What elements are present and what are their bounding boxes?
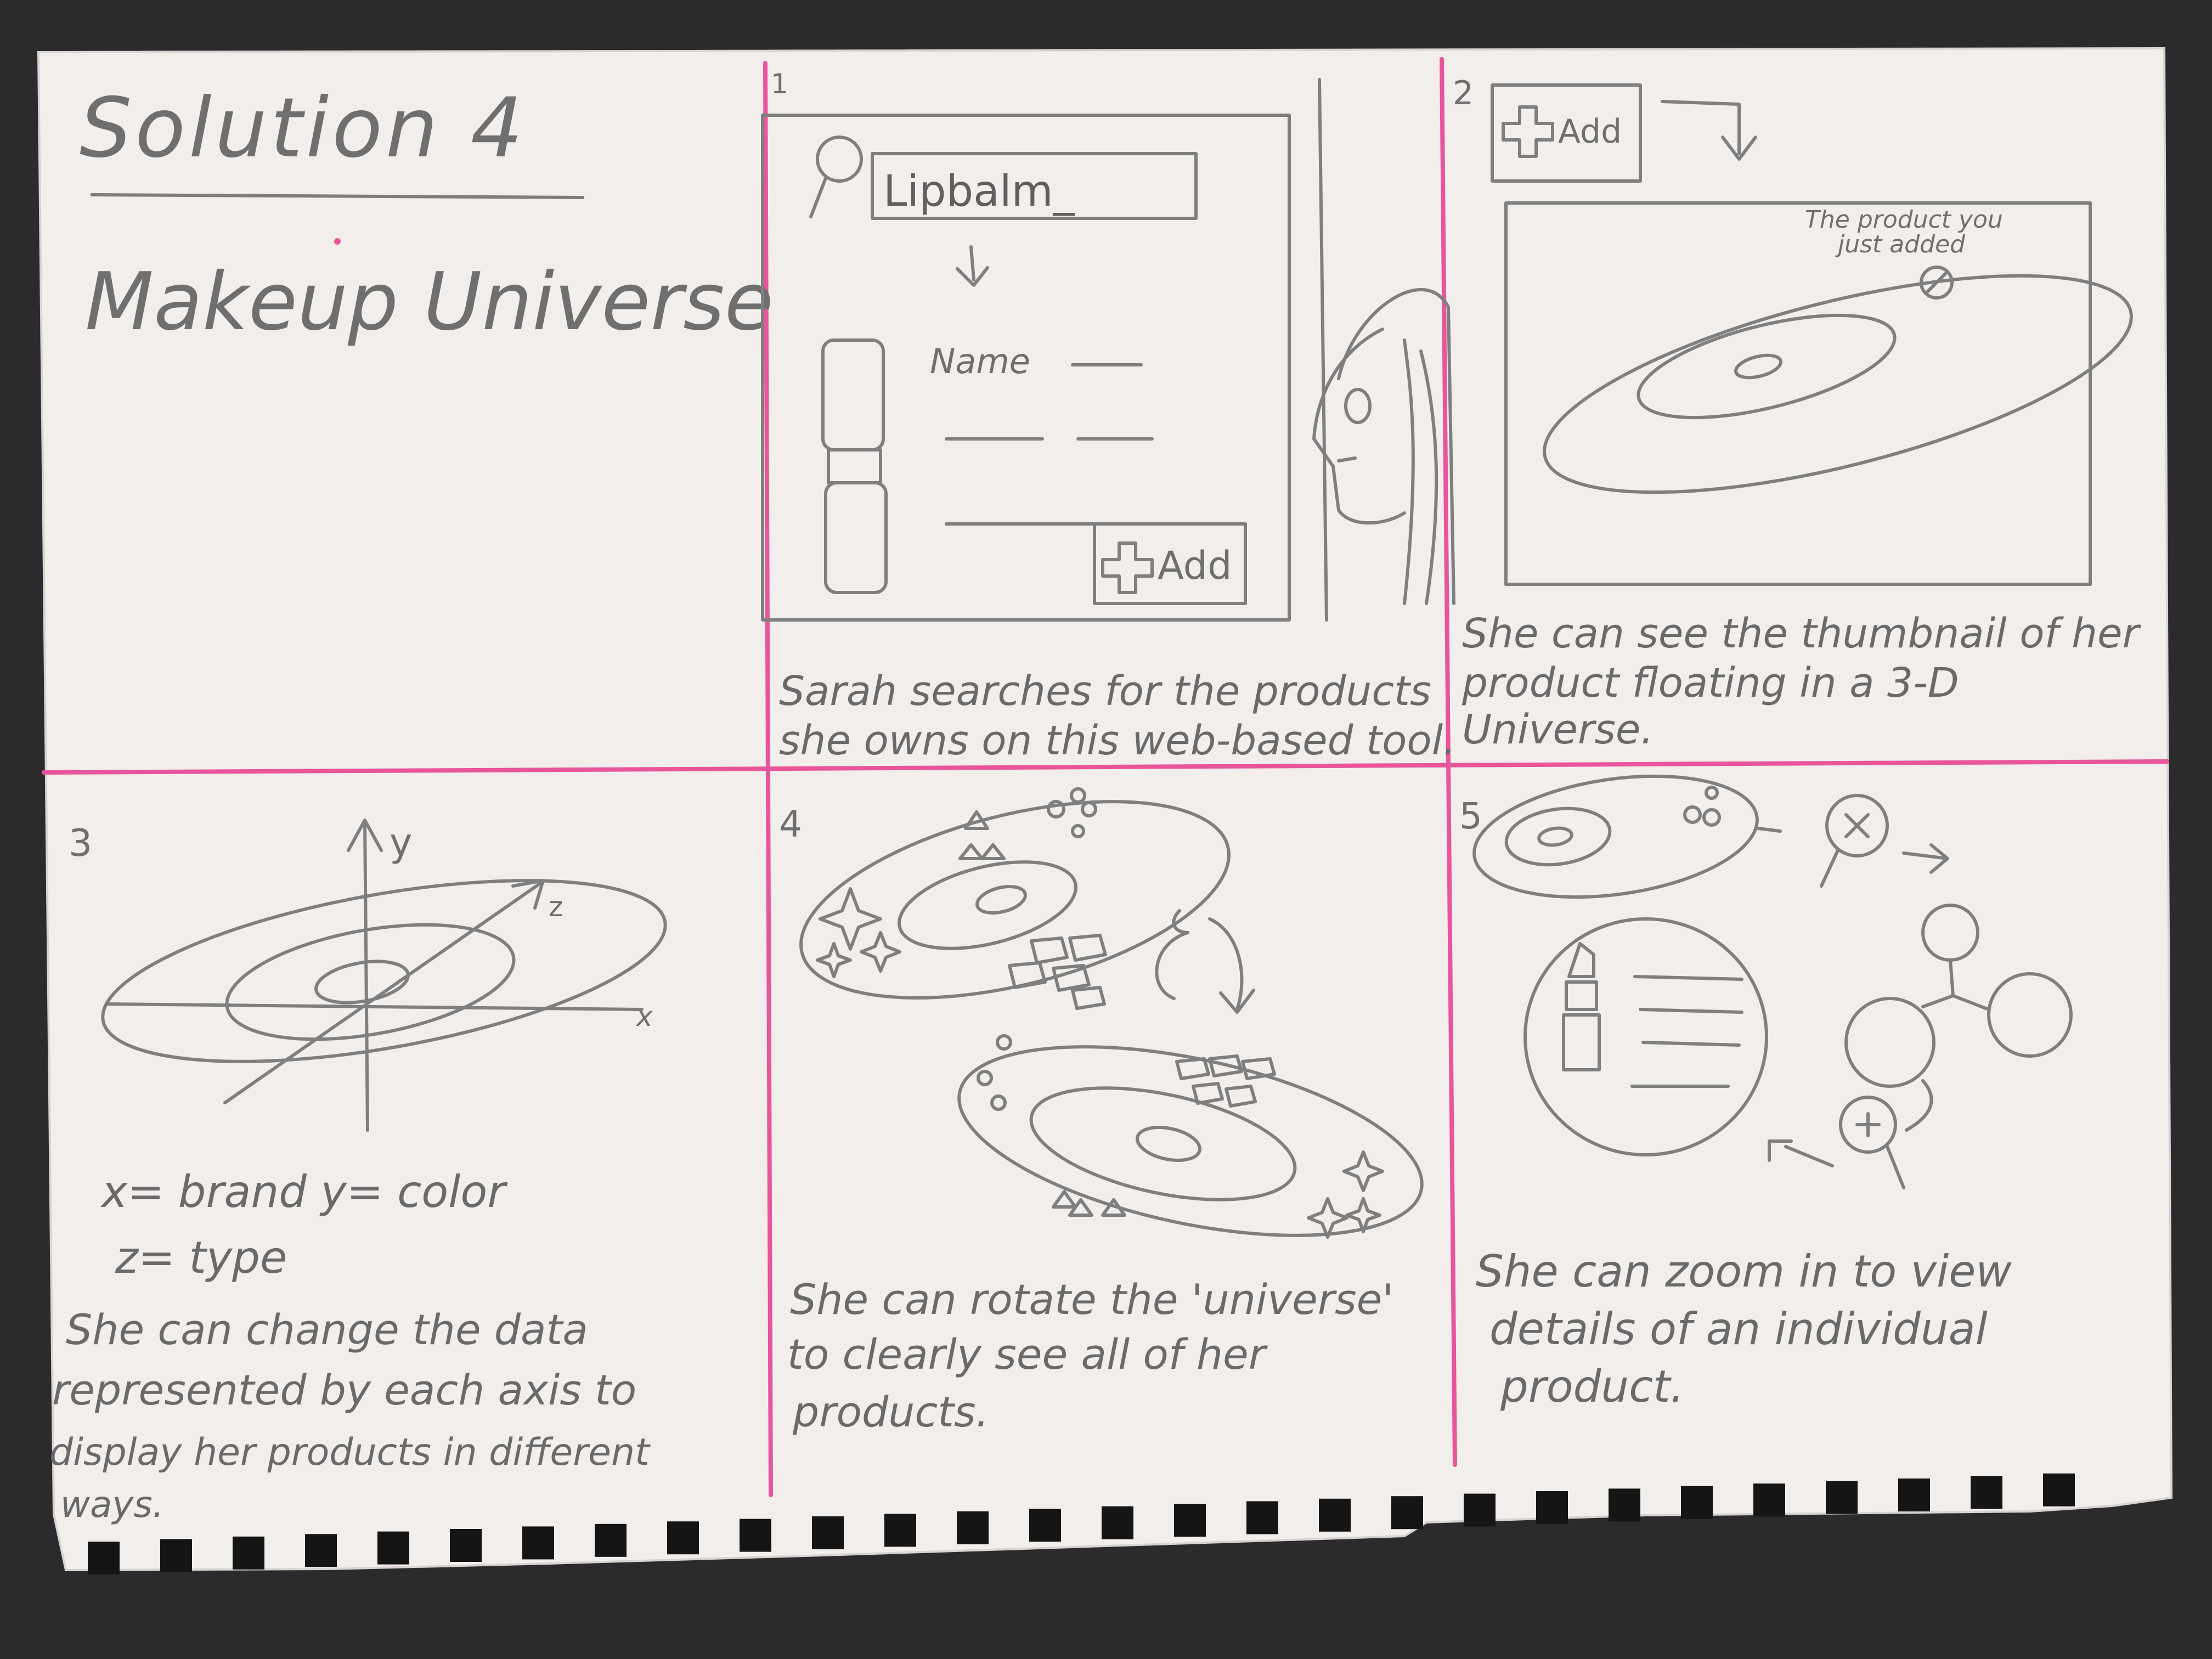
perforation-hole <box>1246 1501 1278 1534</box>
axis-mapping-line-2: z= type <box>115 1232 287 1283</box>
page-title: Solution 4 <box>80 81 526 176</box>
panel-2-caption-line-1: She can see the thumbnail of her <box>1462 610 2142 657</box>
added-product-annotation-line-1: The product you <box>1805 206 2003 234</box>
panel-3-caption-line-3: display her products in different <box>49 1431 651 1474</box>
panel-3-caption-line-2: represented by each axis to <box>52 1365 636 1414</box>
perforation-hole <box>740 1519 771 1552</box>
panel-3-caption-line-4: ways. <box>60 1483 164 1526</box>
perforation-hole <box>1826 1481 1858 1514</box>
panel-2-caption-line-3: Universe. <box>1462 706 1654 753</box>
panel-5-caption-line-2: details of an individual <box>1489 1304 1988 1355</box>
perforation-hole <box>1898 1479 1930 1511</box>
panel-4-number: 4 <box>779 803 802 845</box>
perforation-hole <box>1681 1486 1713 1519</box>
panel-3-caption-line-1: She can change the data <box>66 1305 588 1354</box>
perforation-hole <box>233 1536 264 1570</box>
panel-5-caption-line-1: She can zoom in to view <box>1476 1246 2012 1297</box>
search-input-value: Lipbalm_ <box>883 167 1075 216</box>
panel-5-caption-line-3: product. <box>1500 1361 1684 1412</box>
perforation-hole <box>522 1526 554 1560</box>
perforation-hole <box>450 1529 482 1562</box>
panel-3-number: 3 <box>69 822 92 865</box>
perforation-hole <box>667 1521 699 1555</box>
perforation-hole <box>1391 1496 1423 1530</box>
panel-1-caption-line-2: she owns on this web-based tool. <box>779 717 1456 764</box>
perforation-hole <box>957 1511 989 1544</box>
axis-y-label: y <box>390 820 412 865</box>
panel-2-number: 2 <box>1453 74 1474 112</box>
perforation-hole <box>1609 1488 1640 1522</box>
perforation-hole <box>1536 1491 1568 1524</box>
perforation-hole <box>1174 1504 1206 1537</box>
perforation-hole <box>2043 1473 2075 1506</box>
panel-1-caption-line-1: Sarah searches for the products <box>779 668 1431 715</box>
perforation-hole <box>1971 1476 2002 1509</box>
panel-4-caption-line-3: products. <box>792 1387 989 1436</box>
panel-2-caption-line-2: product floating in a 3-D <box>1462 659 1959 707</box>
perforation-hole <box>1464 1493 1496 1527</box>
perforation-hole <box>160 1539 192 1572</box>
panel-5-number: 5 <box>1459 795 1482 837</box>
storyboard-photo: Solution 4 Makeup Universe 1 Lipbalm_ Na… <box>37 47 2173 1575</box>
perforation-hole <box>88 1542 120 1575</box>
panel-4-caption-line-1: She can rotate the 'universe' <box>790 1275 1393 1324</box>
add-button-label: Add <box>1558 112 1622 151</box>
perforation-hole <box>1102 1506 1133 1539</box>
perforation-hole <box>1319 1498 1351 1532</box>
panel-1-number: 1 <box>771 68 788 100</box>
axis-z-label: z <box>549 891 563 923</box>
perforation-hole <box>305 1534 337 1567</box>
add-button-label: Add <box>1158 543 1232 588</box>
perforation-hole <box>377 1531 409 1565</box>
perforation-hole <box>595 1523 627 1557</box>
page-subtitle: Makeup Universe <box>85 256 774 348</box>
perforation-hole <box>812 1516 844 1549</box>
perforation-hole <box>884 1514 916 1547</box>
axis-x-label: x <box>635 1001 653 1032</box>
axis-mapping-line-1: x= brand y= color <box>100 1166 508 1217</box>
perforation-hole <box>1753 1483 1785 1517</box>
product-name-label: Name <box>930 341 1030 381</box>
added-product-annotation-line-2: just added <box>1835 230 1966 258</box>
perforation-hole <box>1029 1509 1061 1542</box>
panel-4-caption-line-2: to clearly see all of her <box>787 1330 1268 1379</box>
